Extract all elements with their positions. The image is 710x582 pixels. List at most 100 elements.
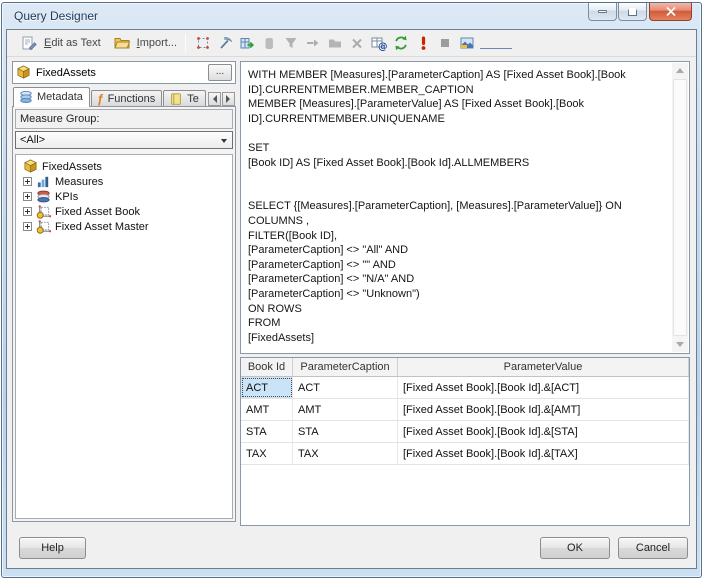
window-title: Query Designer bbox=[14, 9, 99, 23]
select-mode-icon[interactable] bbox=[195, 35, 211, 51]
grid-cell[interactable]: AMT bbox=[241, 399, 293, 420]
tree-item-fixed-asset-master[interactable]: Fixed Asset Master bbox=[16, 219, 232, 234]
tab-functions[interactable]: ƒ Functions bbox=[90, 90, 163, 107]
delete-icon[interactable] bbox=[349, 35, 365, 51]
expand-plus-icon[interactable] bbox=[23, 222, 32, 231]
tree-item-fixed-asset-book[interactable]: Fixed Asset Book bbox=[16, 204, 232, 219]
measure-group-value: <All> bbox=[20, 134, 46, 146]
grid-cell[interactable]: TAX bbox=[241, 443, 293, 464]
tab-scroll-right-button[interactable] bbox=[221, 92, 235, 106]
scrollbar-thumb[interactable] bbox=[673, 79, 687, 336]
chevron-down-icon bbox=[221, 139, 227, 146]
expand-plus-icon[interactable] bbox=[23, 207, 32, 216]
help-button[interactable]: Help bbox=[19, 537, 86, 559]
edit-as-text-label: Edit as Text bbox=[44, 37, 101, 49]
grid-cell[interactable]: [Fixed Asset Book].[Book Id].&[STA] bbox=[398, 421, 689, 442]
table-row: STA STA [Fixed Asset Book].[Book Id].&[S… bbox=[241, 421, 689, 443]
tab-metadata[interactable]: Metadata bbox=[13, 87, 90, 107]
import-button[interactable]: Import... bbox=[106, 33, 182, 53]
grid-header-row: Book Id ParameterCaption ParameterValue bbox=[241, 358, 689, 377]
close-icon bbox=[665, 7, 676, 16]
cancel-button[interactable]: Cancel bbox=[618, 537, 688, 559]
cube-icon bbox=[24, 159, 37, 173]
cube-icon bbox=[17, 65, 30, 79]
table-row: AMT AMT [Fixed Asset Book].[Book Id].&[A… bbox=[241, 399, 689, 421]
tree-item-measures[interactable]: Measures bbox=[16, 174, 232, 189]
tab-functions-label: Functions bbox=[107, 92, 156, 105]
tree-item-label: KPIs bbox=[55, 190, 79, 203]
tree-item-label: Fixed Asset Master bbox=[55, 220, 149, 233]
design-mode-icon[interactable] bbox=[459, 35, 475, 51]
svg-text:@: @ bbox=[378, 42, 387, 52]
measure-group-dropdown[interactable]: <All> bbox=[15, 131, 233, 149]
maximize-button[interactable] bbox=[618, 3, 647, 21]
grid-cell[interactable]: [Fixed Asset Book].[Book Id].&[TAX] bbox=[398, 443, 689, 464]
group-icon[interactable] bbox=[327, 35, 343, 51]
query-parameters-icon[interactable]: @ bbox=[371, 35, 387, 51]
grid-cell[interactable]: TAX bbox=[293, 443, 398, 464]
measure-group-label: Measure Group: bbox=[15, 109, 233, 129]
tree-item-label: Fixed Asset Book bbox=[55, 205, 140, 218]
titlebar[interactable]: Query Designer bbox=[2, 3, 701, 29]
scroll-up-button[interactable] bbox=[672, 63, 688, 78]
import-label: Import... bbox=[136, 37, 178, 49]
toolbar-separator bbox=[185, 34, 187, 52]
tree-root-label: FixedAssets bbox=[42, 160, 102, 173]
edit-as-text-button[interactable]: Edit as Text bbox=[13, 33, 106, 53]
mdx-vertical-scrollbar[interactable] bbox=[672, 63, 688, 352]
caption-buttons bbox=[587, 3, 692, 21]
chevron-right-icon bbox=[225, 95, 234, 103]
tab-templates[interactable]: Te bbox=[163, 90, 206, 107]
mdx-query-text[interactable]: WITH MEMBER [Measures].[ParameterCaption… bbox=[248, 68, 667, 349]
autoexecute-icon[interactable] bbox=[305, 35, 321, 51]
expand-plus-icon[interactable] bbox=[23, 177, 32, 186]
tree-item-label: Measures bbox=[55, 175, 104, 188]
mdx-query-panel: WITH MEMBER [Measures].[ParameterCaption… bbox=[240, 61, 690, 354]
metadata-pane: FixedAssets ... Metadata ƒ Functions Te … bbox=[12, 61, 236, 522]
column-header-parametervalue[interactable]: ParameterValue bbox=[398, 358, 689, 376]
calculated-member-icon[interactable] bbox=[261, 35, 277, 51]
tab-scroll-left-button[interactable] bbox=[207, 92, 221, 106]
dimension-icon bbox=[36, 205, 51, 219]
maximize-icon bbox=[628, 7, 637, 16]
grid-cell[interactable]: STA bbox=[293, 421, 398, 442]
metadata-tree: FixedAssets Measures KPIs Fixed Asset Bo… bbox=[15, 154, 233, 519]
tree-item-kpis[interactable]: KPIs bbox=[16, 189, 232, 204]
refresh-icon[interactable] bbox=[393, 35, 409, 51]
column-header-book-id[interactable]: Book Id bbox=[241, 358, 293, 376]
measures-icon bbox=[37, 176, 49, 188]
cube-selector: FixedAssets ... bbox=[12, 61, 236, 84]
function-icon: ƒ bbox=[96, 91, 104, 106]
pickaxe-icon[interactable] bbox=[217, 35, 233, 51]
cancel-execute-icon[interactable] bbox=[437, 35, 453, 51]
execute-icon[interactable] bbox=[415, 35, 431, 51]
expand-plus-icon[interactable] bbox=[23, 192, 32, 201]
filter-icon[interactable] bbox=[283, 35, 299, 51]
ok-button[interactable]: OK bbox=[540, 537, 610, 559]
selected-cube-name: FixedAssets bbox=[36, 66, 96, 79]
query-designer-window: Query Designer Edit as Text Import... @ … bbox=[1, 2, 702, 578]
scroll-down-button[interactable] bbox=[672, 337, 688, 352]
grid-cell[interactable]: [Fixed Asset Book].[Book Id].&[ACT] bbox=[398, 377, 689, 398]
metadata-tab-content: Measure Group: <All> FixedAssets Measure… bbox=[12, 106, 236, 522]
triangle-down-icon bbox=[676, 342, 684, 351]
dialog-body: Edit as Text Import... @ FixedAssets ...… bbox=[6, 29, 697, 569]
templates-book-icon bbox=[171, 92, 182, 105]
grid-cell[interactable]: [Fixed Asset Book].[Book Id].&[AMT] bbox=[398, 399, 689, 420]
minimize-icon bbox=[598, 10, 607, 13]
show-empty-cells-icon[interactable] bbox=[239, 35, 255, 51]
kpi-icon bbox=[37, 190, 50, 203]
grid-cell[interactable]: ACT bbox=[241, 377, 293, 398]
browse-cube-button[interactable]: ... bbox=[208, 64, 232, 81]
column-header-parametercaption[interactable]: ParameterCaption bbox=[293, 358, 398, 376]
triangle-up-icon bbox=[676, 64, 684, 73]
tree-root-fixedassets[interactable]: FixedAssets bbox=[16, 159, 232, 174]
minimize-button[interactable] bbox=[588, 3, 617, 21]
close-button[interactable] bbox=[649, 3, 692, 21]
grid-cell[interactable]: STA bbox=[241, 421, 293, 442]
toolbar: Edit as Text Import... @ bbox=[7, 30, 696, 57]
result-grid: Book Id ParameterCaption ParameterValue … bbox=[240, 357, 690, 526]
grid-cell[interactable]: AMT bbox=[293, 399, 398, 420]
toolbar-cursor-underline bbox=[480, 37, 513, 49]
grid-cell[interactable]: ACT bbox=[293, 377, 398, 398]
